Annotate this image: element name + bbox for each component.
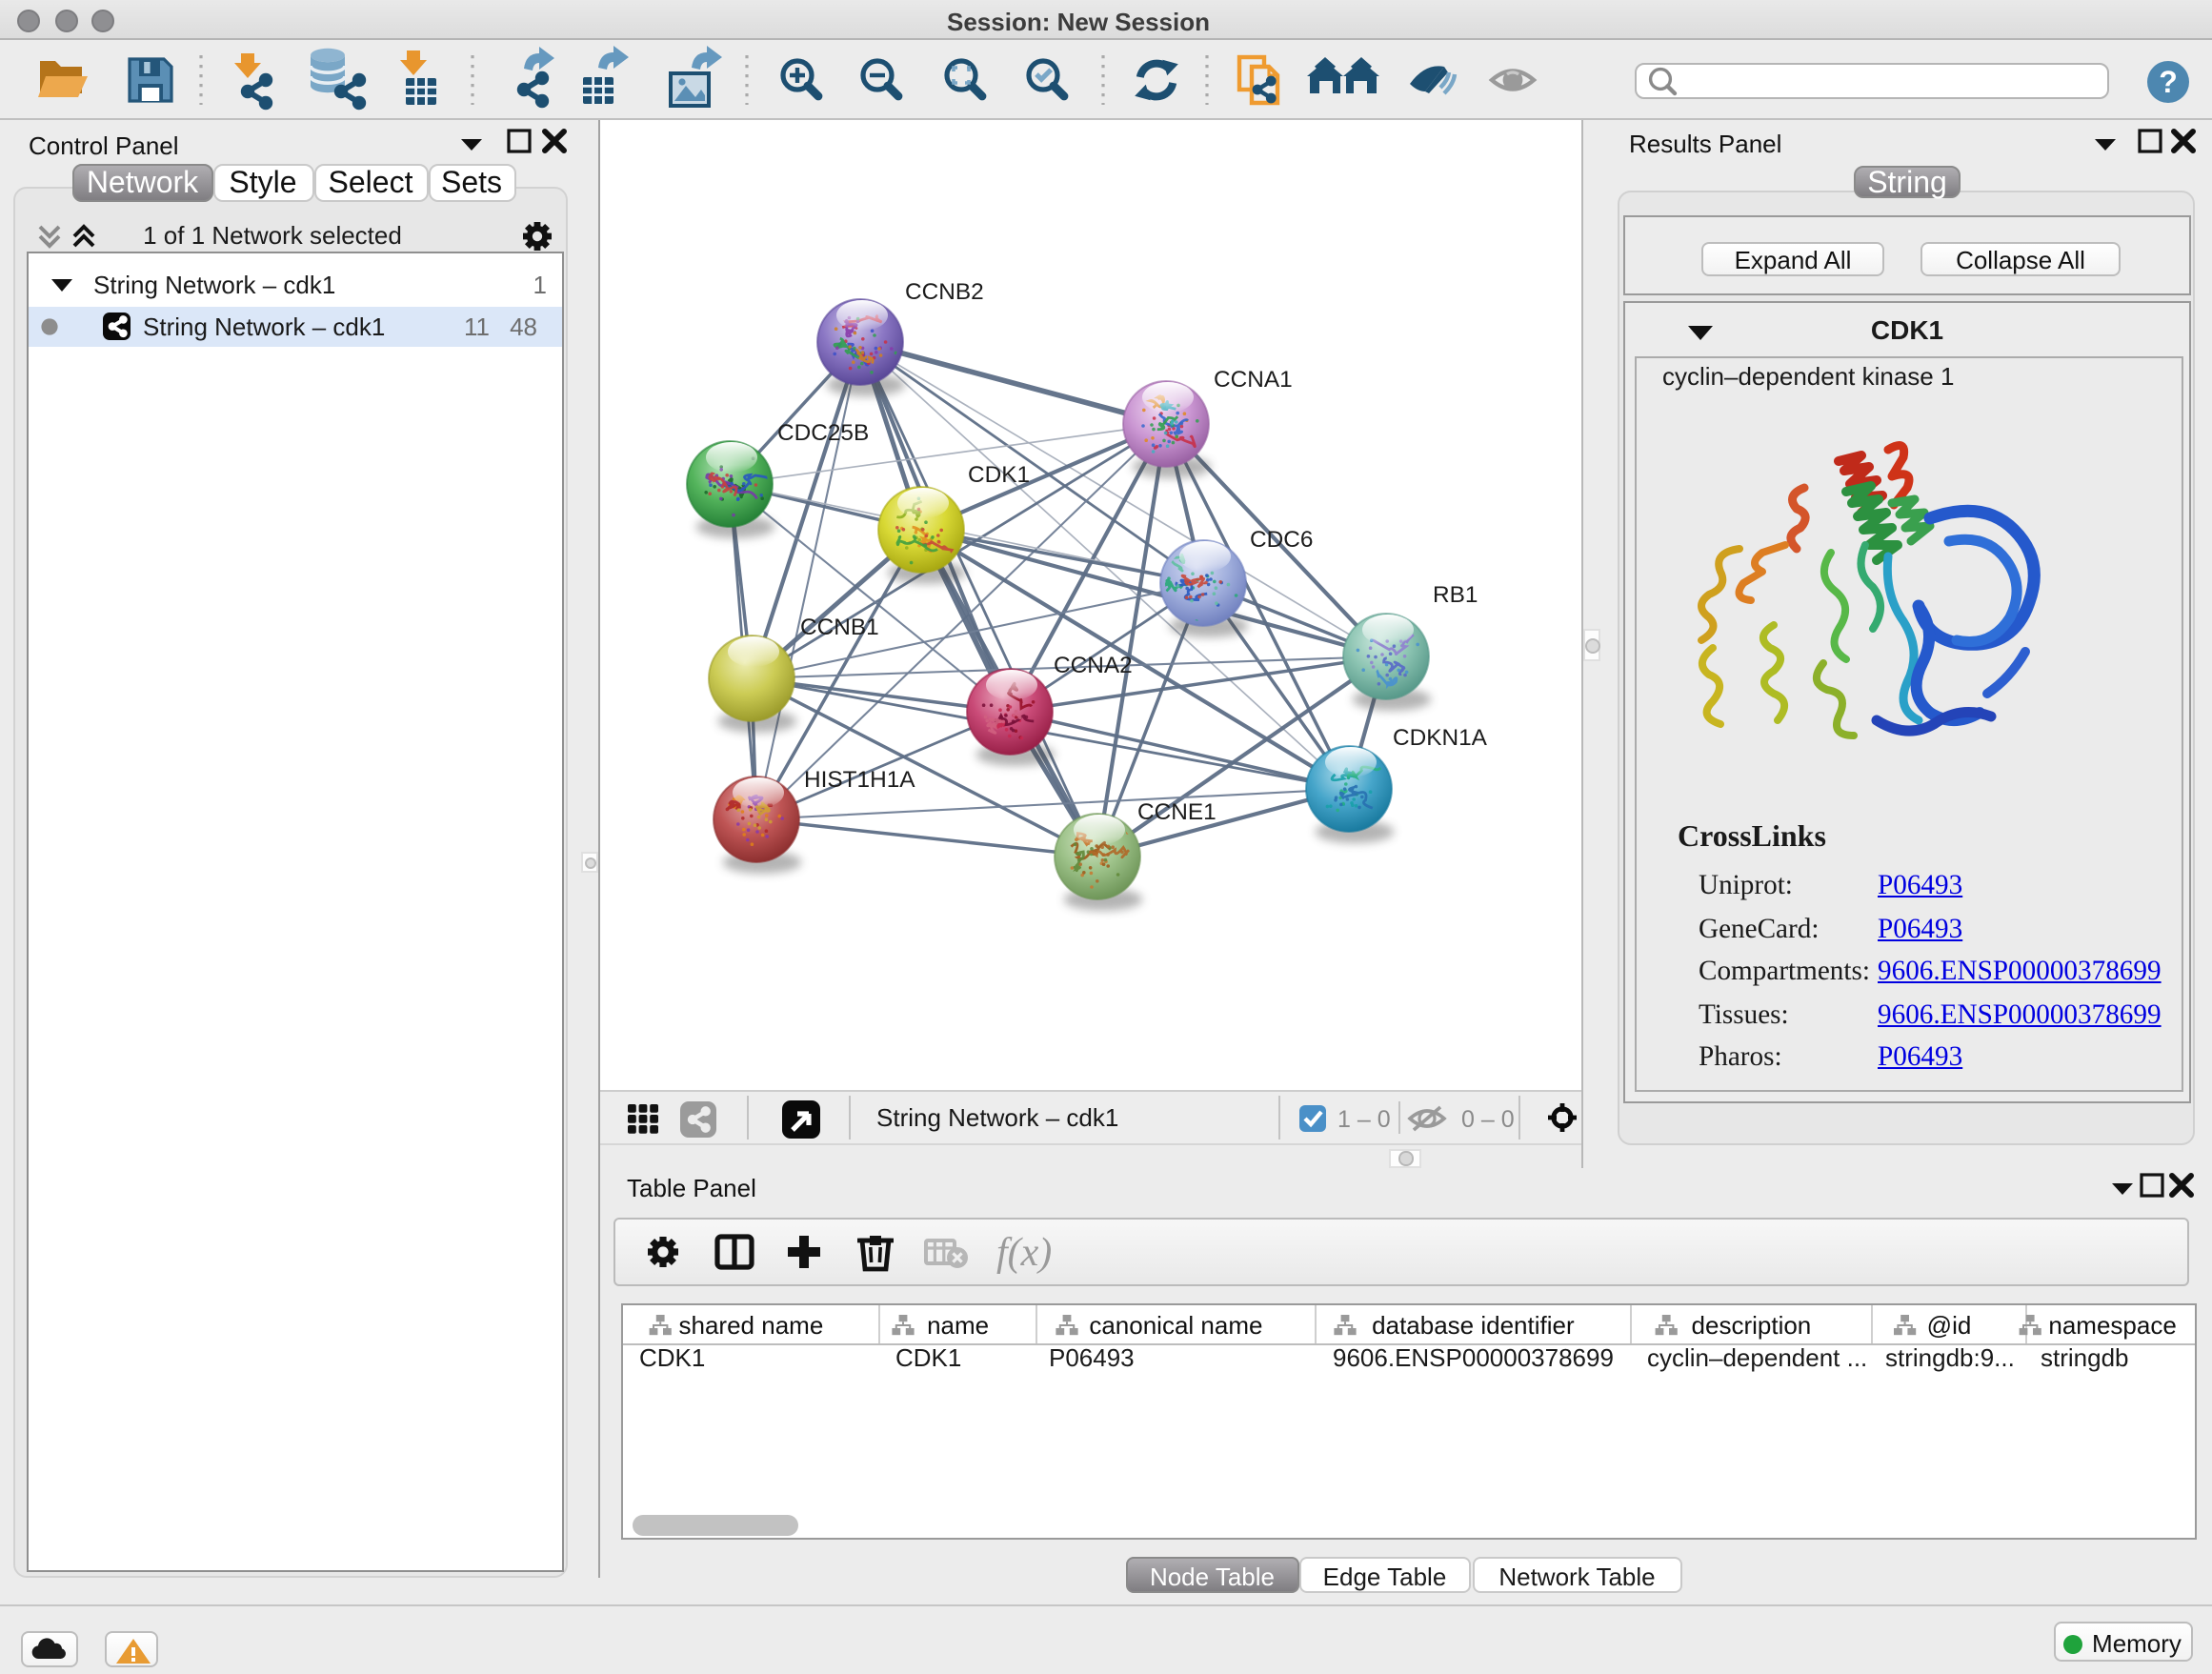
svg-text:1 – 0: 1 – 0: [1337, 1106, 1391, 1133]
svg-text:CDKN1A: CDKN1A: [1393, 725, 1488, 751]
svg-text:HIST1H1A: HIST1H1A: [804, 767, 915, 793]
svg-text:f(x): f(x): [995, 1231, 1051, 1275]
svg-text:name: name: [926, 1310, 988, 1339]
svg-text:RB1: RB1: [1433, 582, 1478, 608]
svg-text:description: description: [1691, 1310, 1811, 1339]
svg-text:0 – 0: 0 – 0: [1461, 1106, 1515, 1133]
svg-text:CCNA1: CCNA1: [1214, 367, 1293, 393]
svg-text:String Network – cdk1: String Network – cdk1: [876, 1103, 1118, 1132]
svg-text:CCNE1: CCNE1: [1137, 799, 1217, 825]
svg-text:namespace: namespace: [2047, 1310, 2175, 1339]
svg-text:CDK1: CDK1: [968, 462, 1030, 488]
svg-text:CCNA2: CCNA2: [1054, 653, 1133, 678]
svg-text:canonical name: canonical name: [1088, 1310, 1261, 1339]
svg-text:CCNB2: CCNB2: [905, 279, 984, 305]
svg-text:CDC6: CDC6: [1250, 527, 1313, 553]
svg-text:@id: @id: [1926, 1310, 1971, 1339]
svg-text:?: ?: [2159, 65, 2178, 99]
svg-text:shared name: shared name: [678, 1310, 823, 1339]
svg-text:CCNB1: CCNB1: [800, 615, 879, 640]
svg-text:CDC25B: CDC25B: [777, 420, 869, 446]
svg-text:database identifier: database identifier: [1371, 1310, 1574, 1339]
